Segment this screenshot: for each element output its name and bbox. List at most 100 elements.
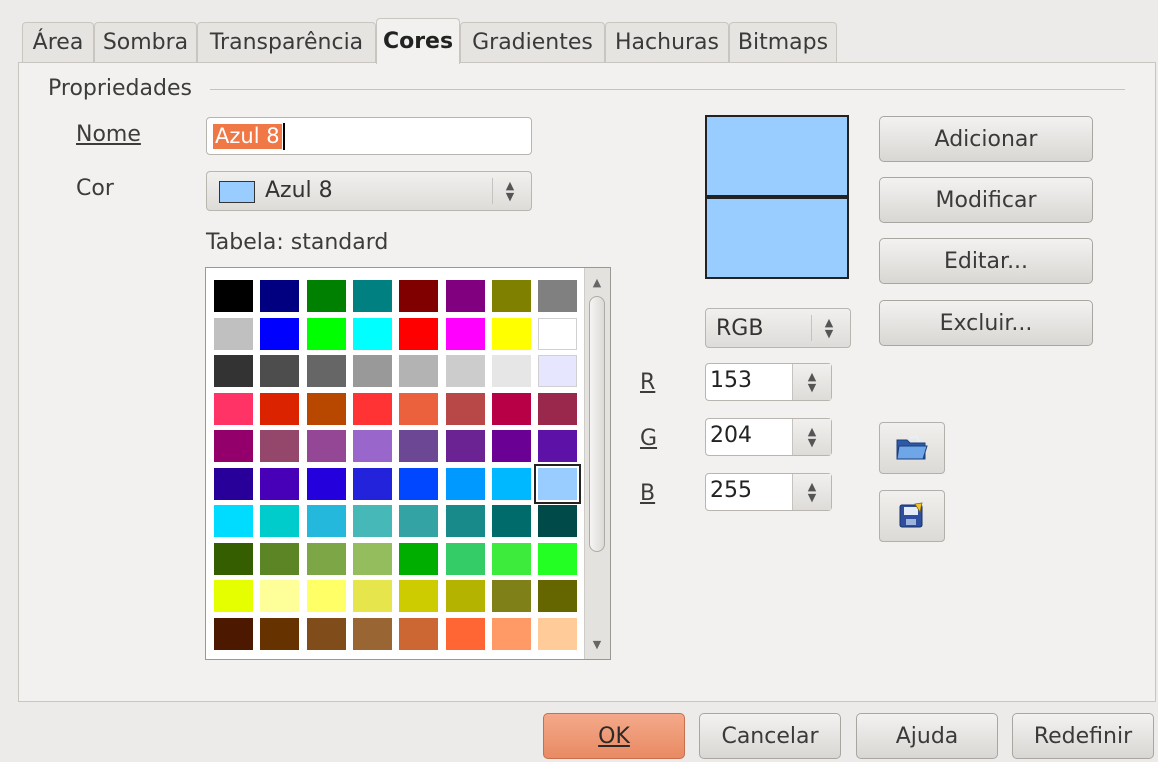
save-palette-button[interactable] — [879, 490, 945, 542]
palette-swatch[interactable] — [352, 392, 392, 425]
palette-swatch[interactable] — [214, 542, 253, 575]
palette-swatch[interactable] — [214, 430, 253, 462]
palette-swatch[interactable] — [260, 542, 300, 575]
tab-transparency[interactable]: Transparência — [197, 22, 376, 62]
palette-swatch[interactable] — [306, 542, 346, 575]
help-button[interactable]: Ajuda — [856, 713, 998, 759]
palette-swatch[interactable] — [538, 392, 578, 425]
scroll-up-icon[interactable]: ▲ — [585, 276, 609, 289]
palette-swatch[interactable] — [538, 317, 578, 350]
palette-swatch[interactable] — [214, 392, 253, 425]
palette-swatch[interactable] — [352, 542, 392, 575]
palette-swatch[interactable] — [260, 280, 300, 312]
load-palette-button[interactable] — [879, 422, 945, 474]
palette-swatch[interactable] — [445, 430, 485, 462]
palette-swatch[interactable] — [306, 505, 346, 537]
palette-swatch[interactable] — [399, 430, 439, 462]
palette-swatch[interactable] — [214, 317, 253, 350]
palette-swatch[interactable] — [306, 280, 346, 312]
palette-swatch[interactable] — [538, 505, 578, 537]
palette-swatch[interactable] — [214, 617, 253, 650]
palette-swatch[interactable] — [399, 617, 439, 650]
palette-swatch[interactable] — [491, 280, 531, 312]
palette-scrollbar[interactable]: ▲ ▼ — [584, 268, 610, 659]
r-stepper[interactable]: 153 ▲ ▼ — [705, 363, 832, 401]
palette-swatch[interactable] — [538, 542, 578, 575]
palette-swatch[interactable] — [260, 355, 300, 387]
palette-swatch[interactable] — [306, 392, 346, 425]
palette-swatch[interactable] — [306, 430, 346, 462]
palette-swatch[interactable] — [214, 580, 253, 612]
ok-button[interactable]: OK — [543, 713, 685, 759]
palette-swatch[interactable] — [538, 280, 578, 312]
modify-button[interactable]: Modificar — [879, 177, 1093, 223]
color-palette[interactable]: ▲ ▼ — [205, 267, 611, 660]
add-button[interactable]: Adicionar — [879, 116, 1093, 162]
b-stepper[interactable]: 255 ▲ ▼ — [705, 473, 832, 511]
edit-button[interactable]: Editar... — [879, 238, 1093, 284]
palette-swatch[interactable] — [306, 317, 346, 350]
palette-swatch[interactable] — [399, 505, 439, 537]
stepper-arrows-icon[interactable]: ▲ ▼ — [792, 364, 831, 400]
palette-swatch[interactable] — [352, 617, 392, 650]
tab-hatching[interactable]: Hachuras — [605, 22, 729, 62]
palette-swatch[interactable] — [306, 467, 346, 500]
palette-swatch[interactable] — [352, 580, 392, 612]
palette-swatch[interactable] — [399, 467, 439, 500]
palette-swatch[interactable] — [352, 355, 392, 387]
palette-swatch[interactable] — [399, 542, 439, 575]
palette-swatch[interactable] — [214, 505, 253, 537]
palette-swatch[interactable] — [538, 430, 578, 462]
palette-swatch[interactable] — [445, 580, 485, 612]
palette-swatch[interactable] — [491, 392, 531, 425]
scroll-down-icon[interactable]: ▼ — [585, 638, 609, 651]
palette-swatch[interactable] — [399, 580, 439, 612]
name-input[interactable]: Azul 8 — [206, 117, 532, 155]
palette-swatch[interactable] — [491, 430, 531, 462]
palette-swatch[interactable] — [491, 505, 531, 537]
palette-swatch[interactable] — [260, 430, 300, 462]
palette-swatch[interactable] — [214, 467, 253, 500]
palette-swatch[interactable] — [352, 430, 392, 462]
palette-swatch[interactable] — [445, 355, 485, 387]
palette-swatch[interactable] — [399, 392, 439, 425]
palette-swatch[interactable] — [306, 617, 346, 650]
color-model-select[interactable]: RGB ▲ ▼ — [705, 308, 851, 348]
palette-swatch[interactable] — [538, 580, 578, 612]
palette-swatch[interactable] — [491, 467, 531, 500]
palette-swatch[interactable] — [491, 542, 531, 575]
tab-shadow[interactable]: Sombra — [94, 22, 197, 62]
palette-swatch[interactable] — [260, 317, 300, 350]
tab-bitmaps[interactable]: Bitmaps — [729, 22, 837, 62]
palette-swatch[interactable] — [445, 617, 485, 650]
palette-swatch[interactable] — [260, 505, 300, 537]
palette-swatch[interactable] — [306, 580, 346, 612]
palette-swatch[interactable] — [260, 467, 300, 500]
palette-swatch[interactable] — [534, 463, 582, 504]
stepper-arrows-icon[interactable]: ▲ ▼ — [792, 474, 831, 510]
cancel-button[interactable]: Cancelar — [699, 713, 841, 759]
palette-swatch[interactable] — [260, 580, 300, 612]
palette-swatch[interactable] — [399, 355, 439, 387]
palette-swatch[interactable] — [538, 355, 578, 387]
palette-swatch[interactable] — [491, 580, 531, 612]
palette-swatch[interactable] — [352, 467, 392, 500]
palette-swatch[interactable] — [445, 467, 485, 500]
palette-swatch[interactable] — [214, 280, 253, 312]
palette-swatch[interactable] — [491, 355, 531, 387]
color-select[interactable]: Azul 8 ▲ ▼ — [206, 171, 532, 211]
palette-swatch[interactable] — [445, 317, 485, 350]
palette-swatch[interactable] — [306, 355, 346, 387]
palette-swatch[interactable] — [445, 392, 485, 425]
palette-swatch[interactable] — [352, 505, 392, 537]
palette-swatch[interactable] — [491, 617, 531, 650]
stepper-arrows-icon[interactable]: ▲ ▼ — [792, 419, 831, 455]
tab-gradients[interactable]: Gradientes — [460, 22, 605, 62]
palette-swatch[interactable] — [538, 617, 578, 650]
palette-swatch[interactable] — [352, 280, 392, 312]
reset-button[interactable]: Redefinir — [1012, 713, 1154, 759]
palette-swatch[interactable] — [399, 280, 439, 312]
palette-swatch[interactable] — [445, 505, 485, 537]
delete-button[interactable]: Excluir... — [879, 300, 1093, 346]
scroll-thumb[interactable] — [589, 296, 605, 552]
